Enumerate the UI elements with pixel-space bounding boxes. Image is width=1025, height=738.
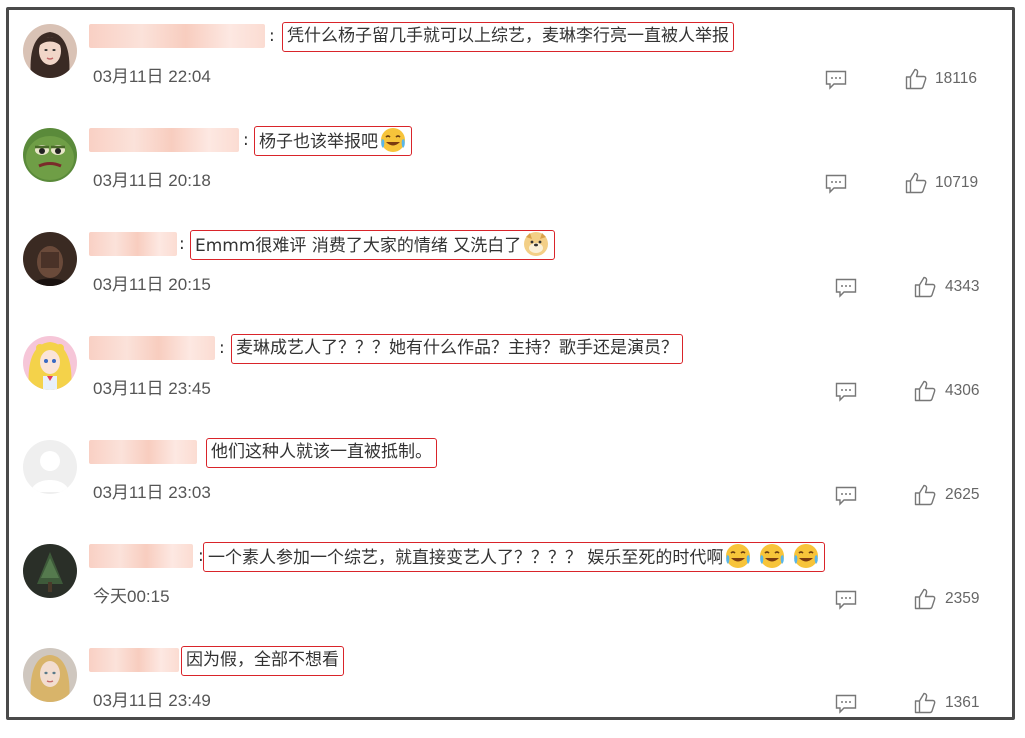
comment-text-content: 他们这种人就该一直被抵制。 bbox=[211, 442, 432, 462]
doge-emoji bbox=[522, 231, 550, 266]
crying-laugh-emoji bbox=[792, 543, 820, 578]
comment-text: 因为假，全部不想看 bbox=[181, 646, 344, 676]
crying-laugh-emoji bbox=[724, 543, 752, 578]
like-icon[interactable] bbox=[914, 588, 936, 610]
username-blurred[interactable] bbox=[89, 544, 193, 568]
comment-time: 03月11日 20:15 bbox=[93, 275, 211, 294]
reply-icon[interactable] bbox=[825, 70, 847, 90]
comment-time: 03月11日 22:04 bbox=[93, 67, 211, 86]
username-blurred[interactable] bbox=[89, 336, 215, 360]
like-icon[interactable] bbox=[914, 484, 936, 506]
avatar[interactable] bbox=[23, 232, 77, 286]
avatar[interactable] bbox=[23, 24, 77, 78]
comment-item: 他们这种人就该一直被抵制。 03月11日 23:03 2625 bbox=[9, 426, 1012, 530]
like-count: 10719 bbox=[935, 174, 979, 191]
username-blurred[interactable] bbox=[89, 648, 179, 672]
comment-text-content: 杨子也该举报吧 bbox=[259, 132, 378, 152]
avatar[interactable] bbox=[23, 336, 77, 390]
comment-text-content: 因为假，全部不想看 bbox=[186, 650, 339, 670]
comment-item: : 凭什么杨子留几手就可以上综艺，麦琳李行亮一直被人举报 03月11日 22:0… bbox=[9, 10, 1012, 114]
comment-item: 因为假，全部不想看 03月11日 23:49 1361 bbox=[9, 634, 1012, 738]
username-colon: : bbox=[243, 130, 249, 150]
username-blurred[interactable] bbox=[89, 440, 197, 464]
username-colon: : bbox=[219, 338, 225, 358]
avatar[interactable] bbox=[23, 128, 77, 182]
reply-icon[interactable] bbox=[835, 486, 857, 506]
comment-text-content: Emmm很难评 消费了大家的情绪 又洗白了 bbox=[195, 236, 522, 256]
comment-item: : 杨子也该举报吧 03月11日 20:18 10719 bbox=[9, 114, 1012, 218]
reply-icon[interactable] bbox=[835, 278, 857, 298]
comment-text: Emmm很难评 消费了大家的情绪 又洗白了 bbox=[190, 230, 556, 260]
like-count: 1361 bbox=[945, 694, 980, 711]
comment-list-frame: : 凭什么杨子留几手就可以上综艺，麦琳李行亮一直被人举报 03月11日 22:0… bbox=[6, 7, 1015, 720]
like-count: 4306 bbox=[945, 382, 980, 399]
comment-text: 他们这种人就该一直被抵制。 bbox=[206, 438, 437, 468]
like-icon[interactable] bbox=[905, 172, 927, 194]
reply-icon[interactable] bbox=[835, 590, 857, 610]
like-icon[interactable] bbox=[914, 692, 936, 714]
reply-icon[interactable] bbox=[825, 174, 847, 194]
comment-text-content: 麦琳成艺人了？？？她有什么作品？主持？歌手还是演员？ bbox=[236, 338, 678, 358]
avatar[interactable] bbox=[23, 440, 77, 494]
comment-text: 杨子也该举报吧 bbox=[254, 126, 412, 156]
comment-time: 03月11日 20:18 bbox=[93, 171, 211, 190]
comment-item: : 麦琳成艺人了？？？她有什么作品？主持？歌手还是演员？ 03月11日 23:4… bbox=[9, 322, 1012, 426]
username-blurred[interactable] bbox=[89, 24, 265, 48]
like-icon[interactable] bbox=[914, 380, 936, 402]
reply-icon[interactable] bbox=[835, 694, 857, 714]
like-count: 2359 bbox=[945, 590, 980, 607]
comment-time: 今天00:15 bbox=[93, 587, 170, 606]
comment-text: 凭什么杨子留几手就可以上综艺，麦琳李行亮一直被人举报 bbox=[282, 22, 734, 52]
avatar[interactable] bbox=[23, 544, 77, 598]
crying-laugh-emoji bbox=[379, 127, 407, 162]
crying-laugh-emoji bbox=[758, 543, 786, 578]
username-blurred[interactable] bbox=[89, 128, 239, 152]
comment-item: : Emmm很难评 消费了大家的情绪 又洗白了 03月11日 20:15 434… bbox=[9, 218, 1012, 322]
like-count: 18116 bbox=[935, 70, 977, 87]
username-colon: : bbox=[269, 26, 275, 46]
like-icon[interactable] bbox=[914, 276, 936, 298]
like-count: 2625 bbox=[945, 486, 980, 503]
comment-text-content: 一个素人参加一个综艺，就直接变艺人了？？？？ 娱乐至死的时代啊 bbox=[208, 548, 724, 568]
comment-time: 03月11日 23:49 bbox=[93, 691, 211, 710]
reply-icon[interactable] bbox=[835, 382, 857, 402]
username-blurred[interactable] bbox=[89, 232, 177, 256]
comment-time: 03月11日 23:03 bbox=[93, 483, 211, 502]
comment-text: 一个素人参加一个综艺，就直接变艺人了？？？？ 娱乐至死的时代啊 bbox=[203, 542, 826, 572]
like-icon[interactable] bbox=[905, 68, 927, 90]
comment-item: : 一个素人参加一个综艺，就直接变艺人了？？？？ 娱乐至死的时代啊 今天00:1… bbox=[9, 530, 1012, 634]
comment-text-content: 凭什么杨子留几手就可以上综艺，麦琳李行亮一直被人举报 bbox=[287, 26, 729, 46]
like-count: 4343 bbox=[945, 278, 980, 295]
comment-time: 03月11日 23:45 bbox=[93, 379, 211, 398]
comment-text: 麦琳成艺人了？？？她有什么作品？主持？歌手还是演员？ bbox=[231, 334, 683, 364]
username-colon: : bbox=[179, 234, 185, 254]
avatar[interactable] bbox=[23, 648, 77, 702]
